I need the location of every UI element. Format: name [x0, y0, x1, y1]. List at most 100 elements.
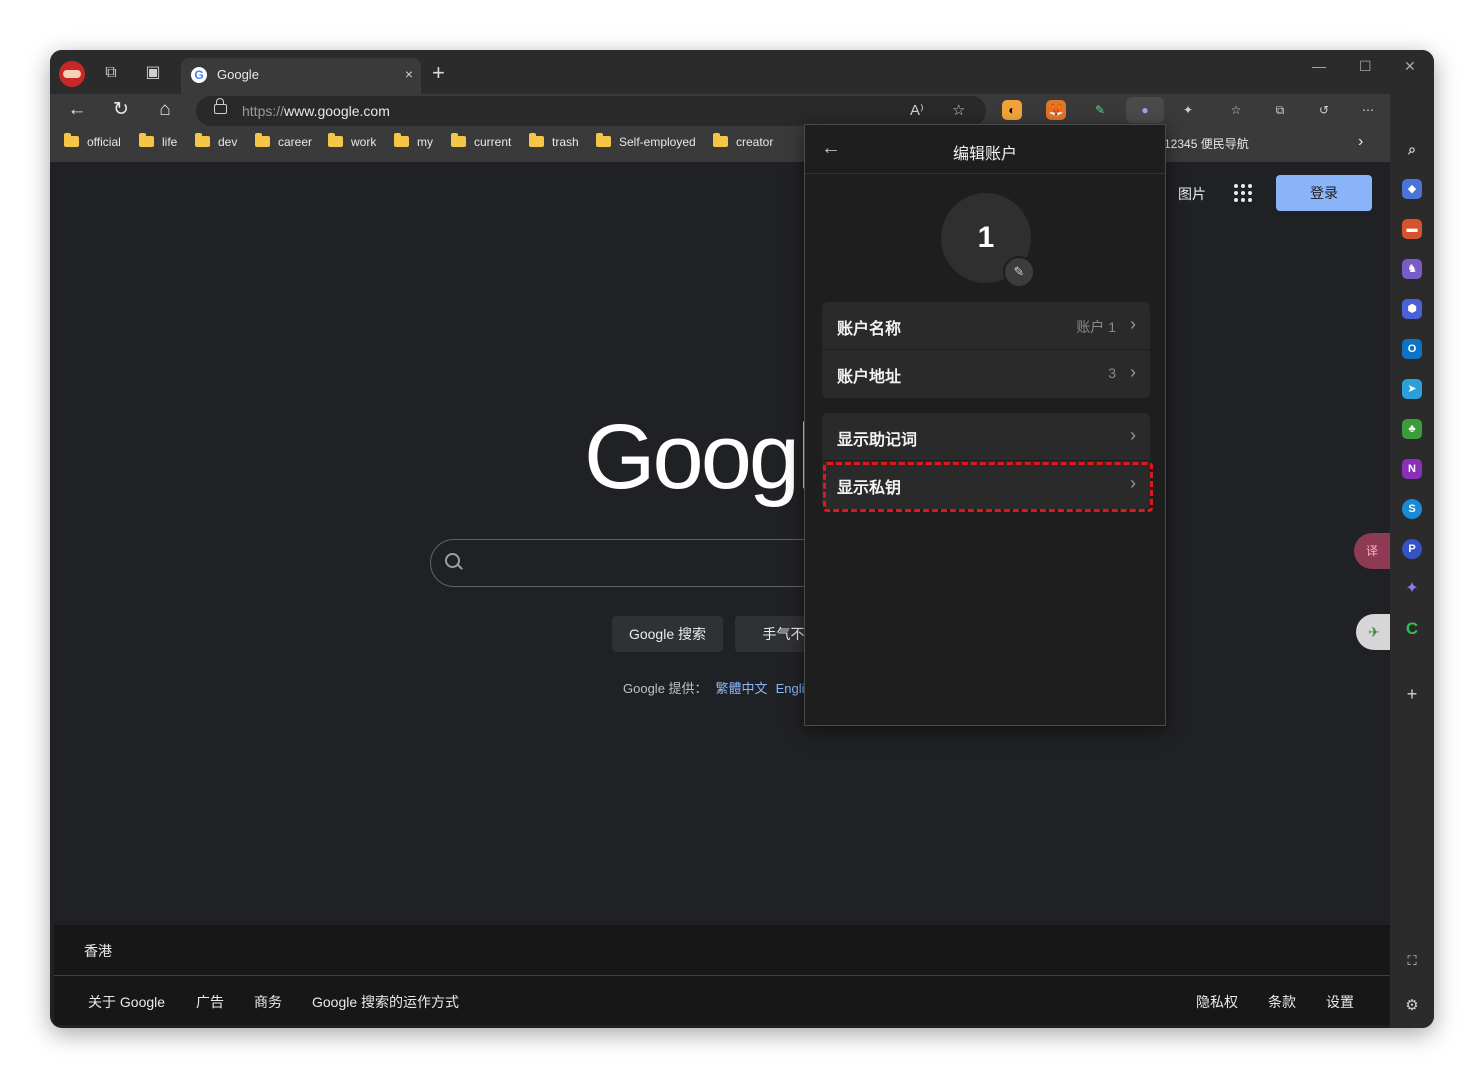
sidebar-add-icon[interactable]: +: [1402, 684, 1422, 704]
chevron-right-icon: ›: [1130, 314, 1136, 334]
tab-close-icon[interactable]: ×: [405, 66, 413, 82]
bookmark-bianmin-nav[interactable]: 12345 便民导航: [1164, 135, 1249, 152]
sidebar-onenote-icon[interactable]: N: [1402, 459, 1422, 479]
account-name-row[interactable]: 账户名称 账户 1 ›: [822, 302, 1150, 350]
bookmark-folder-trash[interactable]: trash: [529, 133, 579, 149]
maximize-icon[interactable]: ☐: [1359, 58, 1372, 75]
toolbar: ← ↻ ⌂ https://www.google.com A⁾ ☆ ◐ 🦊 ✎ …: [50, 94, 1434, 126]
sidebar-tree-icon[interactable]: ♣: [1402, 419, 1422, 439]
wallet-ghost-icon[interactable]: ●: [1126, 97, 1164, 123]
lang-link-traditional-chinese[interactable]: 繁體中文: [716, 681, 768, 696]
translate-float-icon[interactable]: 译: [1354, 533, 1390, 569]
footer-link-business[interactable]: 商务: [254, 992, 282, 1012]
bookmarks-overflow-chevron-icon[interactable]: ›: [1358, 133, 1363, 151]
bird-float-icon[interactable]: ✈: [1356, 614, 1392, 650]
bookmark-folder-official[interactable]: official: [64, 133, 121, 149]
row-label: 账户地址: [837, 369, 902, 386]
extensions-puzzle-icon[interactable]: ✦: [1178, 100, 1198, 120]
footer-link-ads[interactable]: 广告: [196, 992, 224, 1012]
refresh-icon[interactable]: ↻: [108, 97, 134, 123]
address-bar[interactable]: https://www.google.com A⁾ ☆: [196, 96, 986, 126]
search-icon: [445, 553, 460, 568]
folder-icon: [394, 133, 409, 147]
google-search-button[interactable]: Google 搜索: [612, 616, 723, 652]
bookmark-folder-self-employed[interactable]: Self-employed: [596, 133, 696, 149]
footer-link-settings[interactable]: 设置: [1326, 992, 1354, 1012]
folder-icon: [255, 133, 270, 147]
chevron-right-icon: ›: [1130, 425, 1136, 445]
footer-link-about[interactable]: 关于 Google: [88, 992, 165, 1012]
location-text: 香港: [84, 943, 112, 959]
metamask-fox-icon[interactable]: 🦊: [1046, 100, 1066, 120]
sidebar-shopping-tag-icon[interactable]: ◆: [1402, 179, 1422, 199]
row-value: 账户 1: [1076, 319, 1116, 335]
account-address-row[interactable]: 账户地址 3 ›: [822, 350, 1150, 398]
url-text[interactable]: https://www.google.com: [242, 103, 390, 119]
folder-icon: [451, 133, 466, 147]
folder-icon: [529, 133, 544, 147]
bookmark-folder-dev[interactable]: dev: [195, 133, 237, 149]
profile-avatar[interactable]: [59, 61, 85, 87]
tab-strip: ⧉ ▣ G Google × + — ☐ ✕: [50, 50, 1434, 94]
sidebar-games-icon[interactable]: ♞: [1402, 259, 1422, 279]
footer-links-bar: 关于 Google 广告 商务 Google 搜索的运作方式 隐私权 条款 设置: [54, 976, 1390, 1025]
sidebar-screenshot-icon[interactable]: ⛶: [1402, 951, 1422, 971]
google-apps-icon[interactable]: [1234, 184, 1252, 202]
sidebar-c-icon[interactable]: C: [1402, 619, 1422, 639]
sidebar-search-icon[interactable]: ⌕: [1402, 139, 1422, 159]
bookmark-folder-current[interactable]: current: [451, 133, 511, 149]
lock-icon[interactable]: [214, 98, 227, 114]
google-favicon-icon: G: [191, 67, 207, 83]
bookmark-folder-work[interactable]: work: [328, 133, 376, 149]
bookmark-folder-career[interactable]: career: [255, 133, 312, 149]
history-icon[interactable]: ↺: [1314, 100, 1334, 120]
login-button[interactable]: 登录: [1276, 175, 1372, 211]
folder-icon: [64, 133, 79, 147]
sidebar-tools-icon[interactable]: ▬: [1402, 219, 1422, 239]
close-window-icon[interactable]: ✕: [1404, 58, 1416, 75]
minimize-icon[interactable]: —: [1312, 58, 1326, 74]
new-tab-button[interactable]: +: [432, 62, 445, 84]
popup-title: 编辑账户: [952, 146, 1017, 163]
sidebar-settings-gear-icon[interactable]: ⚙: [1402, 996, 1422, 1016]
folder-icon: [596, 133, 611, 147]
pencil-edit-icon[interactable]: ✎: [1003, 256, 1035, 288]
wallet-edit-account-popup: ← 编辑账户 1 ✎ 账户名称 账户 1 › 账户地址 3 › 显示助记词 ›: [804, 124, 1166, 726]
tab-title: Google: [217, 67, 259, 82]
home-icon[interactable]: ⌂: [152, 97, 178, 123]
google-homepage: 图片 登录 Google Google 搜索 手气不错 Google 提供： 繁體…: [54, 163, 1392, 1025]
sidebar-outlook-icon[interactable]: O: [1402, 339, 1422, 359]
favorites-icon[interactable]: ☆: [1226, 100, 1246, 120]
tab-google[interactable]: G Google ×: [181, 58, 421, 94]
row-label: 账户名称: [837, 321, 902, 338]
edge-sidebar: ⌕ ◆ ▬ ♞ ⬢ O ➤ ♣ N S P ✦ C + ⛶ ⚙: [1390, 94, 1434, 1028]
bookmark-folder-life[interactable]: life: [139, 133, 177, 149]
sidebar-p-icon[interactable]: P: [1402, 539, 1422, 559]
extension-feather-icon[interactable]: ✎: [1090, 100, 1110, 120]
workspaces-icon[interactable]: ⧉: [100, 62, 122, 84]
row-value: 3: [1108, 365, 1116, 381]
collections-icon[interactable]: ⧉: [1270, 100, 1290, 120]
account-info-group: 账户名称 账户 1 › 账户地址 3 ›: [822, 302, 1150, 398]
footer-link-privacy[interactable]: 隐私权: [1196, 992, 1238, 1012]
private-key-highlight-box: [823, 462, 1153, 512]
bookmark-folder-creator[interactable]: creator: [713, 133, 773, 149]
bookmarks-bar: official life dev career work my current…: [50, 126, 1434, 162]
favorite-star-icon[interactable]: ☆: [952, 101, 965, 119]
folder-icon: [139, 133, 154, 147]
sidebar-copilot-hex-icon[interactable]: ⬢: [1402, 299, 1422, 319]
show-mnemonic-row[interactable]: 显示助记词 ›: [822, 413, 1150, 461]
language-offer: Google 提供： 繁體中文 English: [623, 681, 819, 696]
images-link[interactable]: 图片: [1178, 184, 1206, 204]
extension-colorful-icon[interactable]: ◐: [1002, 100, 1022, 120]
sidebar-skype-icon[interactable]: S: [1402, 499, 1422, 519]
back-icon[interactable]: ←: [64, 97, 90, 123]
sidebar-sparkle-icon[interactable]: ✦: [1402, 579, 1422, 599]
sidebar-send-icon[interactable]: ➤: [1402, 379, 1422, 399]
footer-link-terms[interactable]: 条款: [1268, 992, 1296, 1012]
bookmark-folder-my[interactable]: my: [394, 133, 433, 149]
read-aloud-icon[interactable]: A⁾: [910, 101, 924, 119]
tab-actions-icon[interactable]: ▣: [142, 62, 164, 84]
more-menu-icon[interactable]: ⋯: [1358, 100, 1378, 120]
footer-link-how-search-works[interactable]: Google 搜索的运作方式: [312, 992, 459, 1012]
